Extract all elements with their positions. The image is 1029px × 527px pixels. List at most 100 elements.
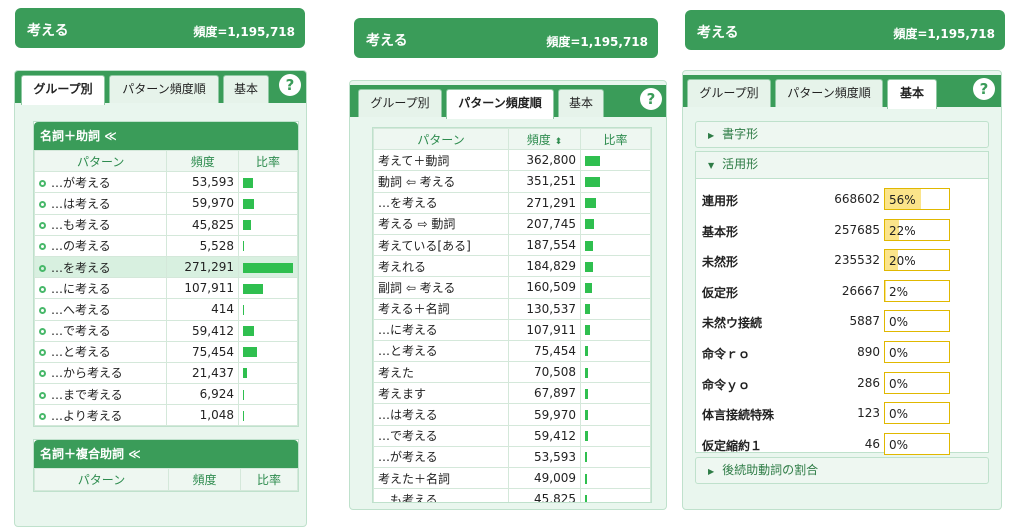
col-pattern[interactable]: パターン	[33, 149, 168, 173]
pattern-cell[interactable]: …は考える	[373, 403, 509, 426]
table-row[interactable]: …で考える 59,412	[33, 319, 298, 342]
table-row[interactable]: …が考える 53,593	[373, 445, 651, 469]
radio-icon[interactable]	[39, 306, 46, 314]
sort-icon[interactable]: ⬍	[555, 137, 563, 147]
table-row[interactable]: 動詞 ⇦ 考える 351,251	[373, 170, 651, 193]
tab-basic[interactable]: 基本	[558, 89, 604, 117]
table-row[interactable]: …を考える 271,291	[373, 191, 651, 214]
pattern-cell[interactable]: …を考える	[373, 191, 509, 214]
pattern-cell[interactable]: 考えれる	[373, 255, 509, 278]
radio-icon[interactable]	[39, 179, 46, 187]
table-row[interactable]: 考えれる 184,829	[373, 255, 651, 278]
pattern-cell[interactable]: 考えて＋動詞	[373, 149, 509, 172]
pattern-cell[interactable]: …が考える	[33, 171, 168, 194]
group-header[interactable]: 名詞＋複合助詞 ≪	[34, 440, 298, 469]
tab-pattern-freq[interactable]: パターン頻度順	[109, 75, 219, 103]
pattern-cell[interactable]: 考えた	[373, 361, 509, 384]
table-row[interactable]: 考える＋名詞 130,537	[373, 297, 651, 320]
radio-icon[interactable]	[39, 264, 46, 272]
radio-icon[interactable]	[39, 285, 46, 293]
radio-icon[interactable]	[39, 370, 46, 378]
pattern-cell[interactable]: …に考える	[373, 318, 509, 341]
pattern-cell[interactable]: …の考える	[33, 234, 168, 257]
pattern-cell[interactable]: …と考える	[33, 340, 168, 363]
table-row[interactable]: …と考える 75,454	[373, 339, 651, 363]
tab-pattern-freq[interactable]: パターン頻度順	[446, 89, 554, 119]
table-row[interactable]: …から考える 21,437	[33, 361, 298, 385]
tab-basic[interactable]: 基本	[223, 75, 269, 103]
section-aux-ratio[interactable]: ▶ 後続助動詞の割合	[695, 457, 989, 484]
tab-group[interactable]: グループ別	[687, 79, 771, 107]
help-icon[interactable]: ?	[973, 78, 995, 100]
table-row[interactable]: …と考える 75,454	[33, 340, 298, 363]
table-row[interactable]: …は考える 59,970	[33, 192, 298, 215]
table-row[interactable]: …より考える 1,048	[33, 404, 298, 427]
table-row[interactable]: …は考える 59,970	[373, 403, 651, 426]
section-conjugation-header[interactable]: ▼ 活用形	[696, 152, 988, 179]
help-icon[interactable]: ?	[279, 74, 301, 96]
pattern-cell[interactable]: 考えた＋名詞	[373, 466, 509, 490]
pattern-cell[interactable]: …へ考える	[33, 298, 168, 321]
pattern-cell[interactable]: …と考える	[373, 339, 509, 363]
table-row[interactable]: 考えた 70,508	[373, 361, 651, 384]
pattern-cell[interactable]: …で考える	[33, 319, 168, 342]
col-ratio[interactable]: 比率	[238, 149, 298, 173]
pattern-cell[interactable]: …も考える	[373, 488, 509, 502]
pattern-cell[interactable]: …より考える	[33, 404, 168, 427]
radio-icon[interactable]	[39, 412, 46, 420]
radio-icon[interactable]	[39, 391, 46, 399]
pattern-list[interactable]: パターン 頻度 ⬍ 比率 考えて＋動詞 362,800 動詞 ⇦ 考える 351,251……	[372, 127, 652, 503]
radio-icon[interactable]	[39, 328, 46, 336]
radio-icon[interactable]	[39, 243, 46, 251]
pattern-cell[interactable]: …から考える	[33, 361, 168, 385]
col-ratio[interactable]: 比率	[580, 128, 651, 151]
pattern-cell[interactable]: …は考える	[33, 192, 168, 215]
table-row[interactable]: …が考える 53,593	[33, 171, 298, 194]
pattern-cell[interactable]: 考えている[ある]	[373, 233, 509, 257]
collapse-icon[interactable]: ≪	[128, 447, 141, 461]
pattern-cell[interactable]: 考えます	[373, 382, 509, 405]
pattern-cell[interactable]: …に考える	[33, 277, 168, 300]
group-header[interactable]: 名詞＋助詞 ≪	[34, 122, 298, 150]
tab-group[interactable]: グループ別	[358, 89, 442, 117]
col-pattern[interactable]: パターン	[34, 468, 169, 491]
pattern-cell[interactable]: 考える＋名詞	[373, 297, 509, 320]
col-ratio[interactable]: 比率	[240, 468, 298, 491]
pattern-cell[interactable]: …で考える	[373, 424, 509, 447]
table-row[interactable]: …に考える 107,911	[373, 318, 651, 341]
table-row[interactable]: 考えます 67,897	[373, 382, 651, 405]
col-pattern[interactable]: パターン	[373, 128, 509, 151]
table-row[interactable]: 考えて＋動詞 362,800	[373, 149, 651, 172]
col-freq[interactable]: 頻度	[166, 149, 239, 173]
col-freq[interactable]: 頻度 ⬍	[508, 128, 581, 151]
table-row[interactable]: …まで考える 6,924	[33, 383, 298, 406]
tab-pattern-freq[interactable]: パターン頻度順	[775, 79, 883, 107]
help-icon[interactable]: ?	[640, 88, 662, 110]
table-row[interactable]: …へ考える 414	[33, 298, 298, 321]
table-row[interactable]: 考えている[ある] 187,554	[373, 233, 651, 257]
tab-group[interactable]: グループ別	[21, 75, 105, 105]
tab-basic[interactable]: 基本	[887, 79, 937, 109]
pattern-cell[interactable]: …を考える	[33, 255, 168, 279]
pattern-cell[interactable]: 考える ⇨ 動詞	[373, 212, 509, 235]
radio-icon[interactable]	[39, 349, 46, 357]
table-row[interactable]: 副詞 ⇦ 考える 160,509	[373, 276, 651, 299]
table-row[interactable]: …で考える 59,412	[373, 424, 651, 447]
radio-icon[interactable]	[39, 222, 46, 230]
collapse-icon[interactable]: ≪	[104, 129, 117, 143]
pattern-cell[interactable]: …も考える	[33, 213, 168, 236]
table-row[interactable]: …も考える 45,825	[33, 213, 298, 236]
section-writing-form[interactable]: ▶ 書字形	[695, 121, 989, 148]
table-row[interactable]: …を考える 271,291	[33, 255, 298, 279]
pattern-cell[interactable]: …が考える	[373, 445, 509, 469]
table-row[interactable]: 考えた＋名詞 49,009	[373, 466, 651, 490]
pattern-cell[interactable]: 動詞 ⇦ 考える	[373, 170, 509, 193]
table-row[interactable]: 考える ⇨ 動詞 207,745	[373, 212, 651, 235]
table-row[interactable]: …も考える 45,825	[373, 488, 651, 502]
pattern-cell[interactable]: 副詞 ⇦ 考える	[373, 276, 509, 299]
table-row[interactable]: …に考える 107,911	[33, 277, 298, 300]
col-freq[interactable]: 頻度	[168, 468, 241, 491]
pattern-cell[interactable]: …まで考える	[33, 383, 168, 406]
table-row[interactable]: …の考える 5,528	[33, 234, 298, 257]
radio-icon[interactable]	[39, 200, 46, 208]
